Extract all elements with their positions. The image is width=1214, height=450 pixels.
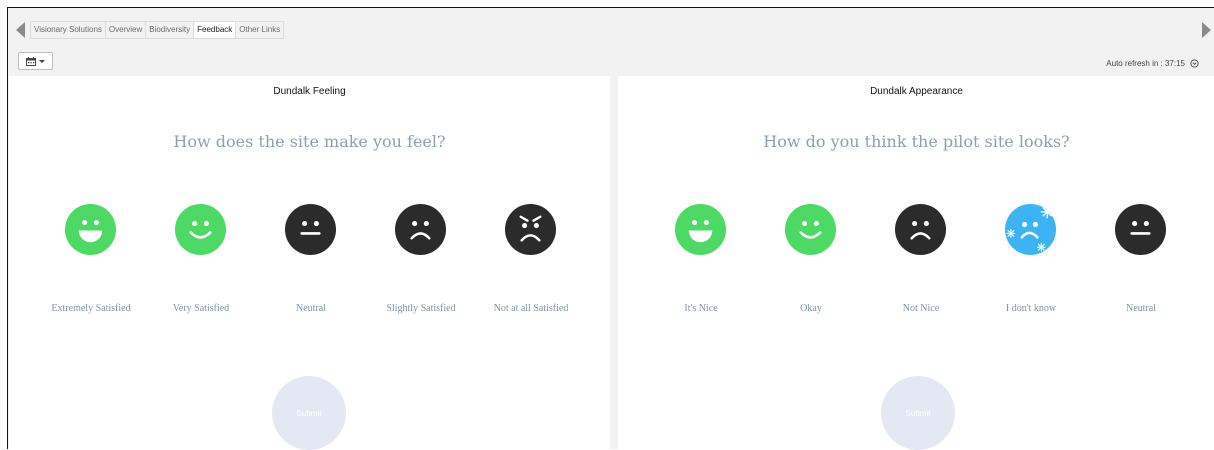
tab-visionary-solutions[interactable]: Visionary Solutions bbox=[30, 21, 105, 39]
option-label[interactable]: Okay bbox=[751, 303, 871, 314]
option-label[interactable]: It's Nice bbox=[641, 303, 761, 314]
panel-title: Dundalk Appearance bbox=[870, 86, 963, 97]
option-label[interactable]: Not at all Satisfied bbox=[471, 303, 591, 314]
auto-refresh-label: Auto refresh in : 37:15 bbox=[1106, 59, 1185, 68]
smile-face-icon[interactable] bbox=[784, 203, 837, 256]
option-label[interactable]: Extremely Satisfied bbox=[31, 303, 151, 314]
tab-feedback[interactable]: Feedback bbox=[193, 21, 236, 39]
appearance-survey-panel: Dundalk Appearance How do you think the … bbox=[618, 76, 1214, 450]
neutral-face-icon[interactable] bbox=[1114, 203, 1167, 256]
frown-face-icon[interactable] bbox=[894, 203, 947, 256]
date-picker-button[interactable] bbox=[18, 52, 53, 70]
scroll-right-arrow-icon[interactable] bbox=[1202, 22, 1211, 38]
dashboard-frame: Visionary Solutions Overview Biodiversit… bbox=[7, 7, 1214, 450]
auto-refresh-indicator: Auto refresh in : 37:15 bbox=[1106, 59, 1199, 68]
tab-biodiversity[interactable]: Biodiversity bbox=[145, 21, 194, 39]
calendar-icon bbox=[26, 56, 36, 66]
smile-face-icon[interactable] bbox=[174, 203, 227, 256]
option-label[interactable]: Slightly Satisfied bbox=[361, 303, 481, 314]
panel-title: Dundalk Feeling bbox=[273, 86, 346, 97]
tab-overview[interactable]: Overview bbox=[104, 21, 146, 39]
grin-face-icon[interactable] bbox=[674, 203, 727, 256]
option-label[interactable]: Very Satisfied bbox=[141, 303, 261, 314]
option-label[interactable]: Neutral bbox=[1081, 303, 1201, 314]
chevron-down-icon bbox=[39, 59, 45, 63]
frown-face-icon[interactable] bbox=[394, 203, 447, 256]
grin-face-icon[interactable] bbox=[64, 203, 117, 256]
scroll-left-arrow-icon[interactable] bbox=[16, 22, 25, 38]
tab-other-links[interactable]: Other Links bbox=[235, 21, 285, 39]
option-label[interactable]: I don't know bbox=[971, 303, 1091, 314]
survey-question: How do you think the pilot site looks? bbox=[763, 132, 1070, 151]
neutral-face-icon[interactable] bbox=[284, 203, 337, 256]
tab-strip: Visionary Solutions Overview Biodiversit… bbox=[30, 21, 285, 39]
survey-question: How does the site make you feel? bbox=[173, 132, 446, 151]
option-label[interactable]: Not Nice bbox=[861, 303, 981, 314]
tab-bar: Visionary Solutions Overview Biodiversit… bbox=[8, 8, 1214, 46]
refresh-icon[interactable] bbox=[1190, 59, 1199, 68]
submit-button[interactable]: Submit bbox=[881, 376, 955, 450]
angry-face-icon[interactable] bbox=[504, 203, 557, 256]
submit-button[interactable]: Submit bbox=[272, 376, 346, 450]
feeling-survey-panel: Dundalk Feeling How does the site make y… bbox=[9, 76, 610, 450]
toolbar: Auto refresh in : 37:15 bbox=[8, 46, 1214, 76]
option-label[interactable]: Neutral bbox=[251, 303, 371, 314]
freezing-face-icon[interactable] bbox=[1004, 203, 1057, 256]
